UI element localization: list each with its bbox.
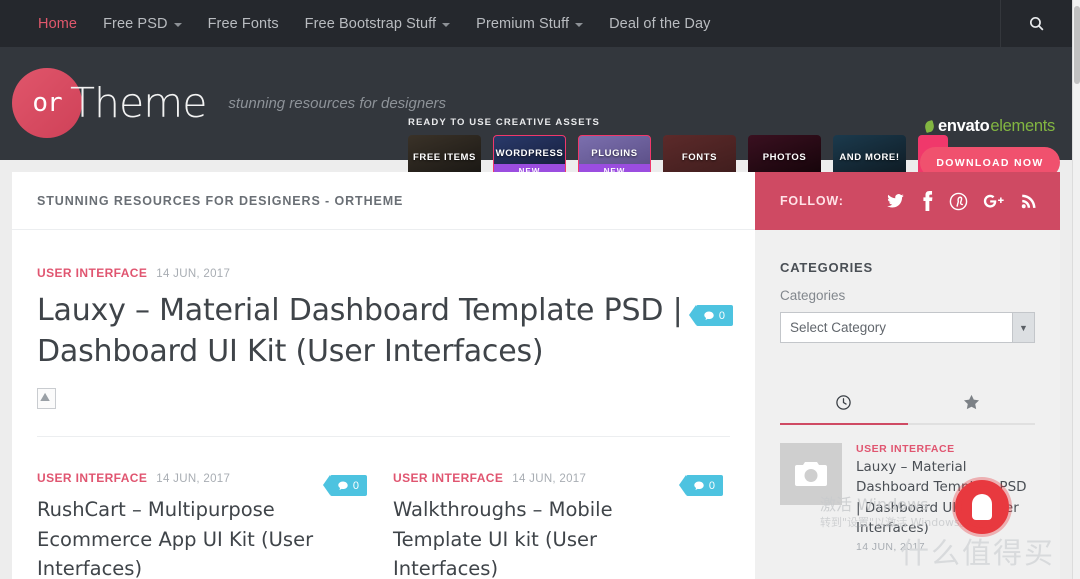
sidebar: FOLLOW: CATEGORIES Categories Select Cat… (755, 172, 1060, 579)
post-grid: USER INTERFACE 14 JUN, 2017 0 RushCart –… (37, 471, 730, 579)
promo-tile-label: AND MORE! (839, 152, 900, 163)
chevron-down-icon (575, 22, 584, 27)
comment-count: 0 (352, 479, 359, 492)
envato-brand-secondary: elements (990, 117, 1055, 135)
promo-tile-label: FONTS (681, 152, 718, 163)
nav-item-label: Free Bootstrap Stuff (304, 15, 437, 32)
envato-brand-primary: envato (938, 117, 990, 135)
post-title[interactable]: Walkthroughs – Mobile Template UI kit (U… (393, 495, 707, 579)
post-card: USER INTERFACE 14 JUN, 2017 0 Walkthroug… (393, 471, 723, 579)
chevron-down-icon[interactable]: ▼ (1012, 313, 1034, 342)
search-icon (1029, 16, 1044, 31)
list-item-body: USER INTERFACE Lauxy – Material Dashboar… (856, 443, 1035, 553)
tab-popular[interactable] (908, 381, 1036, 423)
comment-count-badge[interactable]: 0 (322, 475, 367, 497)
leaf-icon (923, 120, 936, 133)
post-divider (37, 436, 730, 438)
twitter-icon[interactable] (885, 192, 906, 210)
nav-menu: Home Free PSD Free Fonts Free Bootstrap … (0, 16, 724, 32)
page-title: STUNNING RESOURCES FOR DESIGNERS - ORTHE… (37, 193, 404, 208)
rss-icon[interactable] (1020, 192, 1038, 210)
scrollbar-thumb[interactable] (1074, 6, 1080, 84)
nav-item-label: Free PSD (103, 15, 168, 32)
category-select[interactable]: Select Category ▼ (780, 312, 1035, 343)
comment-count-badge[interactable]: 0 (688, 305, 733, 326)
post-category[interactable]: USER INTERFACE (37, 266, 147, 280)
site-logo[interactable]: or Theme stunning resources for designer… (12, 68, 446, 138)
nav-item-premium-stuff[interactable]: Premium Stuff (463, 16, 596, 32)
chevron-down-icon (173, 22, 182, 27)
categories-sublabel: Categories (780, 288, 846, 303)
comment-icon (704, 311, 714, 320)
promo-tile-label: PHOTOS (762, 152, 807, 163)
nav-item-label: Deal of the Day (609, 15, 711, 32)
post-date: 14 JUN, 2017 (856, 541, 926, 553)
page-scrollbar[interactable] (1072, 0, 1080, 579)
post-category[interactable]: USER INTERFACE (37, 471, 147, 485)
follow-label: FOLLOW: (780, 194, 844, 208)
pinterest-icon[interactable] (949, 192, 968, 211)
comment-count-badge[interactable]: 0 (678, 475, 723, 497)
social-links (885, 191, 1038, 211)
facebook-icon[interactable] (921, 191, 934, 211)
promo-banner-title: READY TO USE CREATIVE ASSETS (408, 117, 600, 128)
promo-tile-label: WORDPRESS (495, 147, 564, 159)
nav-item-deal-of-the-day[interactable]: Deal of the Day (596, 16, 723, 32)
comment-icon (694, 481, 704, 490)
nav-item-label: Premium Stuff (476, 15, 570, 32)
logo-wordmark: Theme (70, 79, 207, 127)
post-meta: USER INTERFACE 14 JUN, 2017 (37, 471, 351, 485)
post-date: 14 JUN, 2017 (512, 473, 587, 486)
post-date: 14 JUN, 2017 (156, 268, 231, 280)
post-title[interactable]: Lauxy – Material Dashboard Template PSD … (37, 290, 730, 372)
categories-widget: CATEGORIES Categories Select Category ▼ (755, 230, 1060, 425)
main-content-card: STUNNING RESOURCES FOR DESIGNERS - ORTHE… (12, 172, 1060, 579)
post-title[interactable]: RushCart – Multipurpose Ecommerce App UI… (37, 495, 351, 579)
nav-item-free-bootstrap-stuff[interactable]: Free Bootstrap Stuff (292, 16, 464, 32)
broken-image-icon (37, 388, 56, 410)
comment-count: 0 (708, 479, 715, 492)
envato-brand: envato elements (920, 117, 1060, 136)
camera-placeholder-icon (780, 443, 842, 505)
post-category[interactable]: USER INTERFACE (393, 471, 503, 485)
comment-count: 0 (718, 309, 725, 322)
featured-post: USER INTERFACE 14 JUN, 2017 0 Lauxy – Ma… (37, 266, 733, 438)
nav-item-label: Free Fonts (207, 15, 279, 32)
googleplus-icon[interactable] (983, 192, 1005, 211)
comment-icon (338, 481, 348, 490)
post-category[interactable]: USER INTERFACE (856, 443, 1035, 455)
post-title[interactable]: Lauxy – Material Dashboard Template PSD … (856, 457, 1035, 538)
tab-recent[interactable] (780, 381, 908, 425)
list-item: USER INTERFACE Lauxy – Material Dashboar… (755, 425, 1060, 553)
clock-icon (836, 394, 851, 410)
nav-item-home[interactable]: Home (25, 16, 90, 32)
star-icon (963, 394, 979, 409)
nav-item-free-fonts[interactable]: Free Fonts (195, 16, 292, 32)
posts-column: USER INTERFACE 14 JUN, 2017 0 Lauxy – Ma… (12, 230, 755, 579)
nav-item-label: Home (38, 15, 78, 32)
search-button[interactable] (1000, 0, 1072, 47)
categories-heading: CATEGORIES (780, 260, 873, 275)
sidebar-tabs (780, 381, 1035, 425)
follow-bar: FOLLOW: (755, 172, 1060, 230)
promo-tile-label: PLUGINS (591, 147, 638, 159)
post-date: 14 JUN, 2017 (156, 473, 231, 486)
chevron-down-icon (442, 22, 451, 27)
nav-item-free-psd[interactable]: Free PSD (90, 16, 194, 32)
post-meta: USER INTERFACE 14 JUN, 2017 (393, 471, 707, 485)
promo-banner: READY TO USE CREATIVE ASSETS FREE ITEMS … (408, 117, 948, 180)
post-meta: USER INTERFACE 14 JUN, 2017 (37, 266, 730, 280)
category-select-value: Select Category (790, 320, 887, 335)
site-header: or Theme stunning resources for designer… (0, 47, 1072, 180)
page-root: Home Free PSD Free Fonts Free Bootstrap … (0, 0, 1080, 579)
post-card: USER INTERFACE 14 JUN, 2017 0 RushCart –… (37, 471, 367, 579)
promo-tile-label: FREE ITEMS (412, 152, 476, 163)
top-navigation-bar: Home Free PSD Free Fonts Free Bootstrap … (0, 0, 1072, 47)
site-tagline: stunning resources for designers (228, 94, 447, 112)
envato-elements-promo: envato elements DOWNLOAD NOW (920, 117, 1060, 178)
